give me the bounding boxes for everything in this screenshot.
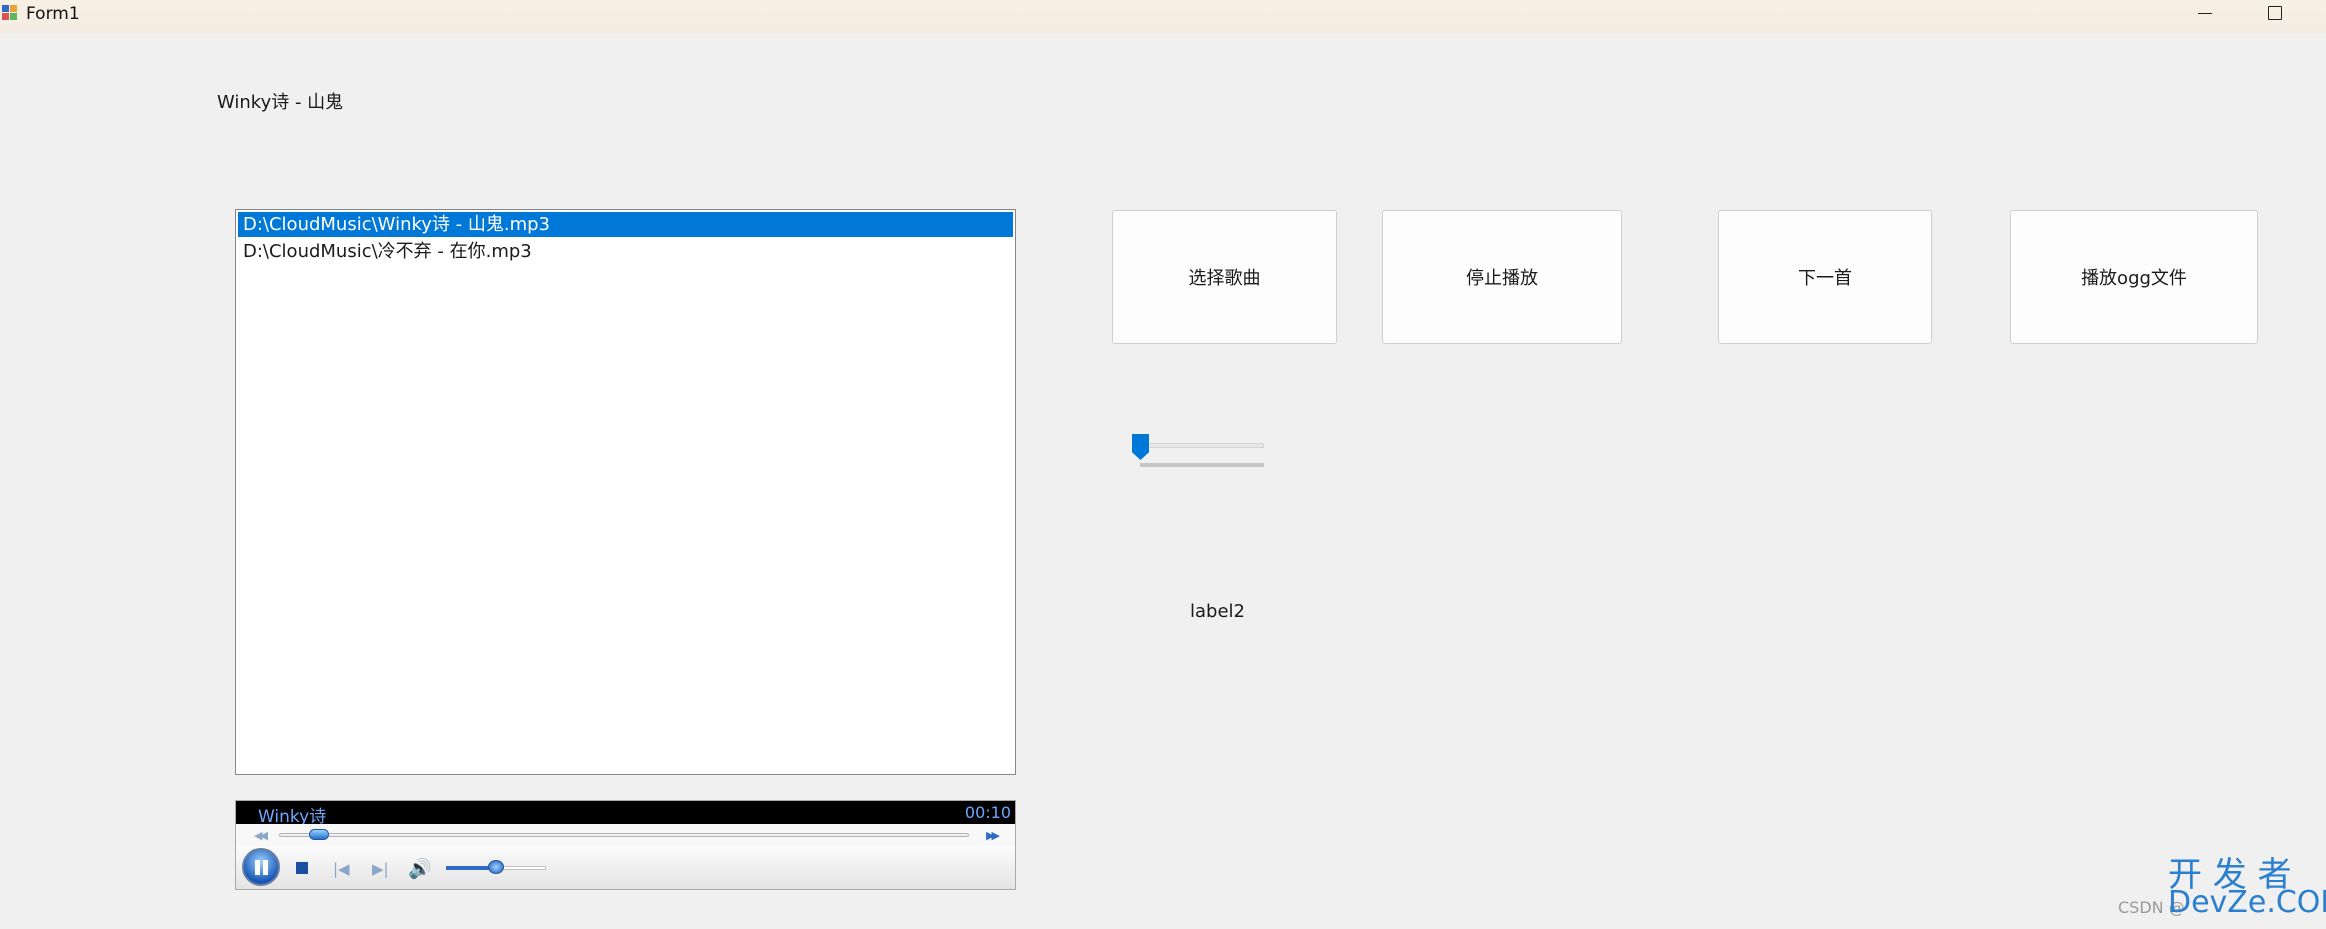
playlist-listbox[interactable]: D:\CloudMusic\Winky诗 - 山鬼.mp3 D:\CloudMu…	[235, 209, 1016, 775]
seek-thumb[interactable]	[308, 829, 329, 840]
trackbar-channel	[1140, 443, 1264, 448]
media-controls: |◀ ▶| 🔊	[236, 846, 1015, 889]
label2: label2	[1190, 601, 1245, 622]
list-item[interactable]: D:\CloudMusic\Winky诗 - 山鬼.mp3	[238, 212, 1013, 237]
media-time: 00:10	[964, 803, 1011, 822]
progress-trackbar[interactable]	[1130, 432, 1264, 472]
maximize-icon[interactable]	[2240, 0, 2308, 33]
trackbar-thumb[interactable]	[1132, 434, 1149, 460]
trackbar-ticks	[1140, 463, 1264, 467]
pause-icon[interactable]	[242, 848, 280, 886]
window-title: Form1	[26, 4, 80, 24]
seek-bar[interactable]	[279, 833, 969, 837]
watermark-brand-en: DevZe.COM	[2168, 885, 2326, 920]
app-icon[interactable]	[2, 5, 18, 21]
now-playing-label: Winky诗 - 山鬼	[217, 92, 344, 113]
fast-forward-icon[interactable]: ▶▶	[986, 829, 1000, 842]
next-icon[interactable]: ▶|	[372, 860, 389, 878]
previous-icon[interactable]: |◀	[333, 860, 350, 878]
list-item[interactable]: D:\CloudMusic\冷不弃 - 在你.mp3	[238, 239, 1013, 264]
title-bar: Form1	[0, 0, 2326, 33]
stop-play-button[interactable]: 停止播放	[1382, 210, 1622, 344]
volume-icon[interactable]: 🔊	[408, 857, 432, 880]
volume-thumb[interactable]	[488, 860, 504, 874]
seek-row: ◀◀ ▶▶	[236, 824, 1015, 846]
media-info-bar: Winky诗 00:10	[236, 801, 1015, 827]
rewind-icon[interactable]: ◀◀	[254, 829, 268, 842]
stop-icon[interactable]	[296, 862, 308, 874]
play-ogg-button[interactable]: 播放ogg文件	[2010, 210, 2258, 344]
media-player: Winky诗 00:10 ◀◀ ▶▶ |◀ ▶| 🔊	[235, 800, 1016, 890]
select-song-button[interactable]: 选择歌曲	[1112, 210, 1337, 344]
next-song-button[interactable]: 下一首	[1718, 210, 1932, 344]
minimize-icon[interactable]	[2170, 0, 2238, 33]
